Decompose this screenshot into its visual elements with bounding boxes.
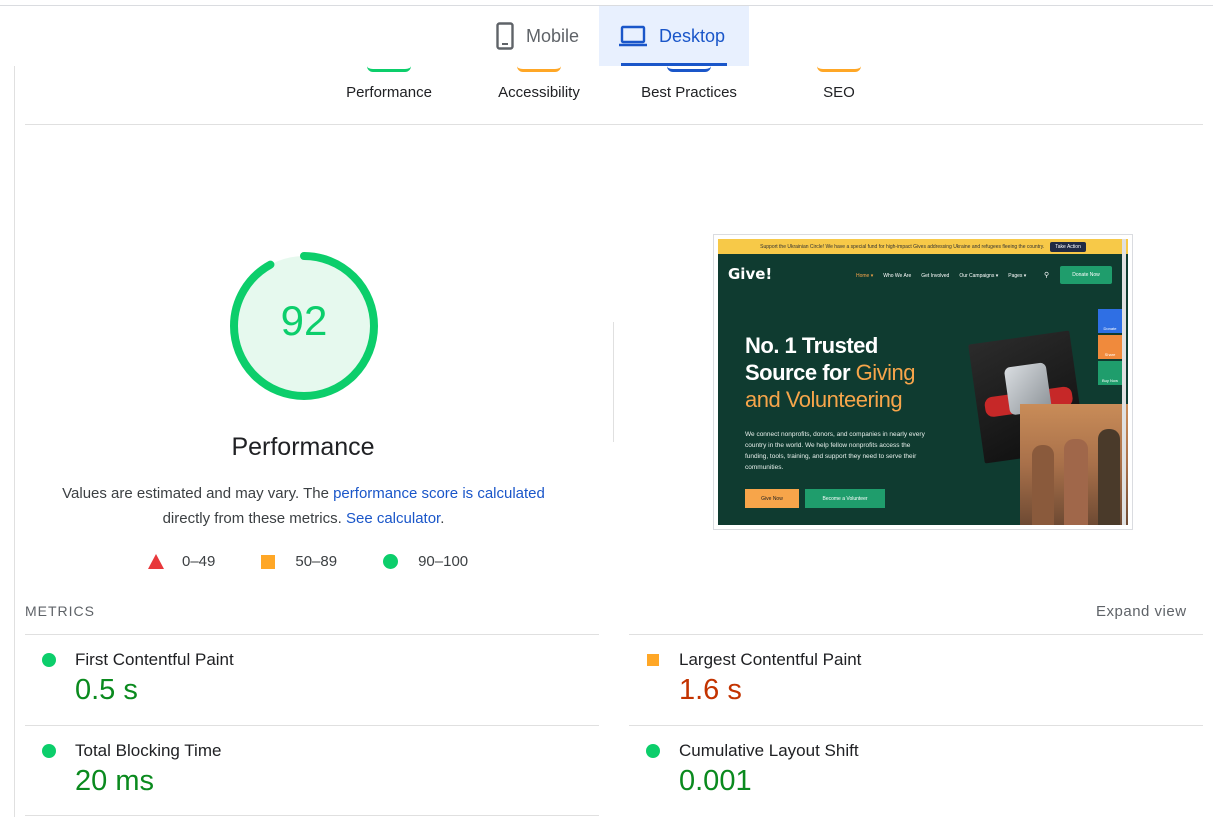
- site-headline-line: No. 1 Trusted: [745, 333, 878, 358]
- site-banner-button: Take Action: [1050, 241, 1086, 252]
- metrics-header: METRICS: [25, 603, 95, 619]
- category-gauges: Performance Accessibility Best Practices…: [0, 66, 1213, 124]
- metric-value: 0.5 s: [75, 674, 138, 706]
- site-menu-item: Who We Are: [883, 273, 912, 279]
- performance-gauge: 92: [228, 250, 380, 402]
- site-banner: Support the Ukrainian Circle! We have a …: [718, 239, 1128, 254]
- category-gauge-arc: [667, 66, 711, 72]
- divider: [629, 634, 1203, 635]
- vertical-divider: [613, 322, 614, 442]
- category-gauge-arc: [817, 66, 861, 72]
- site-menu-item: Our Campaigns ▾: [959, 273, 999, 279]
- site-donate-button: Donate Now: [1060, 266, 1112, 284]
- divider: [629, 725, 1203, 726]
- site-headline: No. 1 Trusted Source for Giving and Volu…: [745, 332, 916, 413]
- expand-view-toggle[interactable]: Expand view: [1096, 603, 1187, 620]
- category-gauge-arc: [367, 66, 411, 72]
- category-label: Accessibility: [498, 84, 580, 101]
- category-label: Performance: [346, 84, 432, 101]
- divider: [25, 815, 599, 816]
- circle-icon: [383, 554, 399, 569]
- site-side-buttons: Donate Share Buy Now: [1098, 309, 1122, 387]
- tab-mobile-label: Mobile: [526, 25, 580, 46]
- pass-circle-icon: [42, 653, 56, 667]
- divider: [25, 725, 599, 726]
- site-headline-line: Source for: [745, 360, 856, 385]
- site-menu-item: Get Involved: [921, 273, 950, 279]
- triangle-icon: [148, 554, 164, 569]
- legend-fail: 0–49: [148, 553, 215, 570]
- category-accessibility[interactable]: Accessibility: [490, 66, 588, 101]
- square-icon: [261, 554, 276, 569]
- category-label: SEO: [823, 84, 855, 101]
- metric-name: First Contentful Paint: [75, 650, 234, 669]
- site-side-button: Share: [1098, 335, 1122, 359]
- search-icon: ⚲: [1044, 272, 1050, 279]
- site-scrollbar: [1122, 239, 1126, 525]
- legend-average: 50–89: [261, 553, 337, 570]
- site-menu-item: Home ▾: [856, 273, 874, 279]
- legend-label: 50–89: [295, 553, 338, 570]
- legend-label: 90–100: [418, 553, 469, 570]
- metric-value: 20 ms: [75, 765, 154, 797]
- pass-circle-icon: [42, 744, 56, 758]
- metric-value: 1.6 s: [679, 674, 742, 706]
- site-photo: [1020, 404, 1128, 525]
- performance-description: Values are estimated and may vary. The p…: [40, 481, 567, 531]
- site-headline-accent: and Volunteering: [745, 387, 903, 412]
- site-menu: Home ▾ Who We Are Get Involved Our Campa…: [856, 273, 1026, 279]
- category-seo[interactable]: SEO: [810, 66, 868, 101]
- site-give-button: Give Now: [745, 489, 799, 508]
- score-calculated-link[interactable]: performance score is calculated: [333, 485, 545, 502]
- divider: [25, 124, 1203, 125]
- legend-pass: 90–100: [383, 553, 468, 570]
- phone-icon: [496, 22, 514, 50]
- site-menu-item: Pages ▾: [1008, 273, 1027, 279]
- divider: [25, 634, 599, 635]
- score-legend: 0–49 50–89 90–100: [148, 553, 514, 570]
- metric-name: Total Blocking Time: [75, 741, 222, 760]
- category-performance[interactable]: Performance: [340, 66, 438, 101]
- metric-name: Cumulative Layout Shift: [679, 741, 859, 760]
- category-gauge-arc: [517, 66, 561, 72]
- category-label: Best Practices: [641, 84, 737, 101]
- site-headline-accent: Giving: [855, 360, 916, 385]
- legend-label: 0–49: [182, 553, 216, 570]
- desc-text: .: [440, 510, 445, 527]
- metric-name: Largest Contentful Paint: [679, 650, 862, 669]
- site-logo: Give!: [728, 265, 773, 283]
- performance-score: 92: [280, 297, 328, 344]
- desc-text: directly from these metrics.: [162, 510, 346, 527]
- device-tabs: Mobile Desktop: [478, 6, 750, 66]
- tab-desktop-label: Desktop: [659, 25, 726, 46]
- site-banner-text: Support the Ukrainian Circle! We have a …: [760, 243, 1045, 250]
- tab-mobile[interactable]: Mobile: [478, 6, 599, 66]
- site-preview: Support the Ukrainian Circle! We have a …: [718, 239, 1128, 525]
- left-rule: [14, 66, 15, 817]
- site-side-button: Buy Now: [1098, 361, 1122, 385]
- site-paragraph: We connect nonprofits, donors, and compa…: [745, 431, 925, 471]
- site-volunteer-button: Become a Volunteer: [805, 489, 885, 508]
- desc-text: Values are estimated and may vary. The: [62, 485, 334, 502]
- tab-desktop[interactable]: Desktop: [599, 6, 750, 66]
- site-side-button: Donate: [1098, 309, 1122, 333]
- laptop-icon: [619, 25, 648, 47]
- performance-title: Performance: [231, 433, 375, 461]
- see-calculator-link[interactable]: See calculator: [346, 510, 440, 527]
- final-screenshot[interactable]: Support the Ukrainian Circle! We have a …: [713, 234, 1133, 530]
- pass-circle-icon: [646, 744, 660, 758]
- average-square-icon: [647, 654, 659, 666]
- category-best-practices[interactable]: Best Practices: [634, 66, 744, 101]
- metric-value: 0.001: [679, 765, 752, 797]
